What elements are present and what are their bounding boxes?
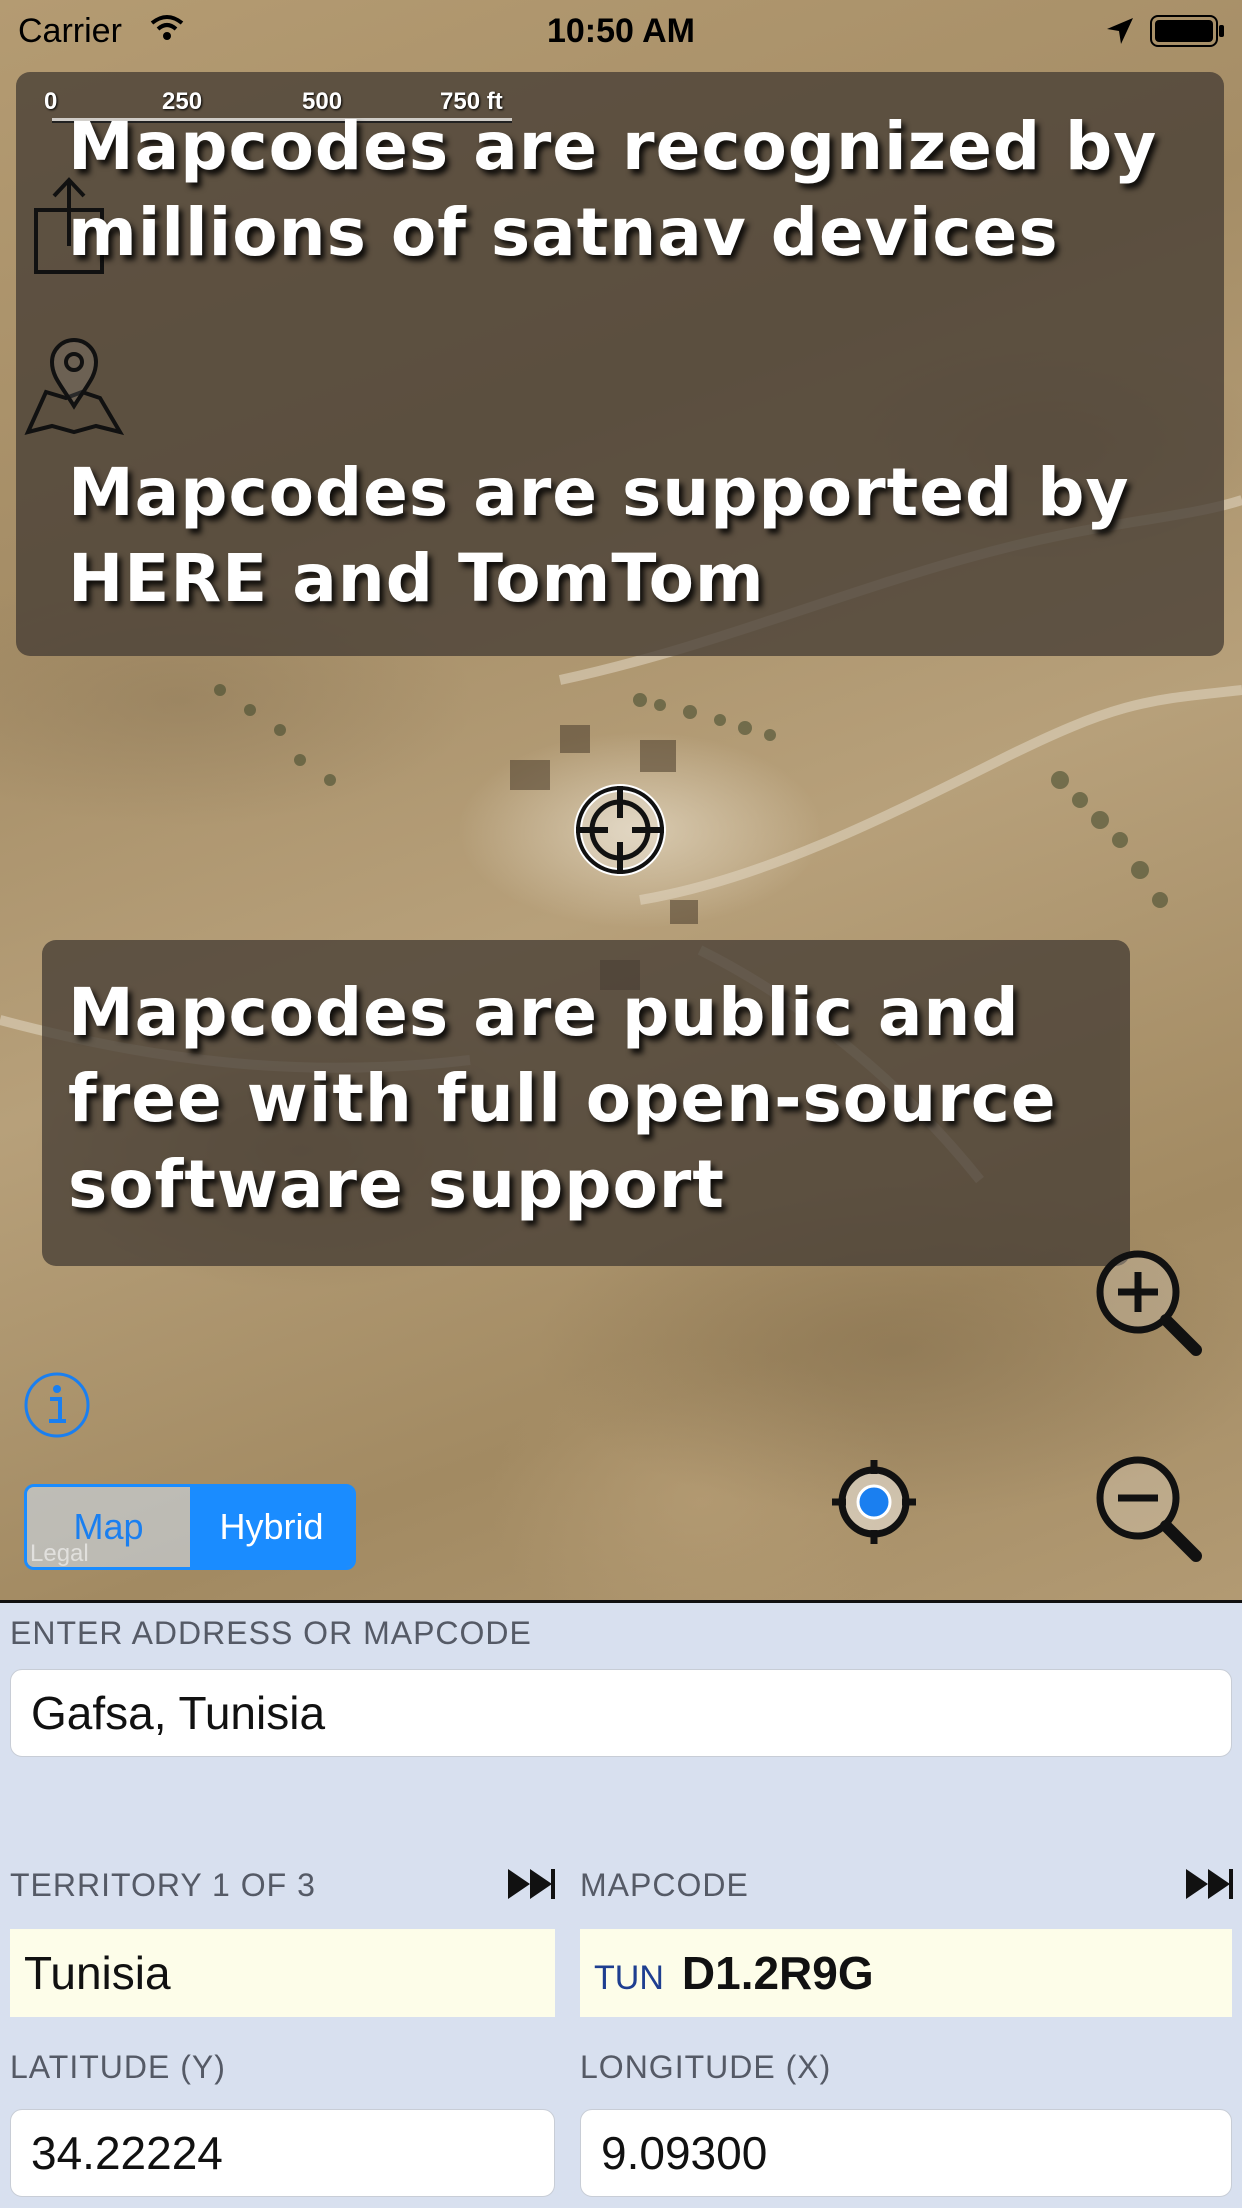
overlay-text-open-source: Mapcodes are public and free with full o…: [68, 974, 1057, 1223]
address-input[interactable]: Gafsa, Tunisia: [10, 1669, 1232, 1757]
mapcode-field[interactable]: TUN D1.2R9G: [580, 1929, 1232, 2017]
next-mapcode-button[interactable]: [1184, 1865, 1234, 1903]
mapcode-value: D1.2R9G: [681, 1947, 874, 1999]
zoom-in-icon[interactable]: [1092, 1246, 1204, 1358]
crosshair-icon: [574, 784, 666, 876]
scale-tick: 0: [44, 88, 58, 115]
segment-hybrid[interactable]: Hybrid: [190, 1487, 353, 1567]
latitude-label: LATITUDE (Y): [10, 2049, 226, 2085]
map-view[interactable]: Carrier 10:50 AM 0 250 500 750 ft Mapcod…: [0, 0, 1242, 1600]
overlay-text-satnav: Mapcodes are recognized by millions of s…: [68, 108, 1158, 271]
legal-link[interactable]: Legal: [30, 1540, 89, 1568]
mapcode-territory-prefix: TUN: [594, 1958, 664, 1997]
address-label: ENTER ADDRESS OR MAPCODE: [10, 1615, 532, 1651]
battery-icon: [1150, 15, 1224, 47]
location-arrow-icon: [1107, 18, 1133, 44]
mapcode-form: ENTER ADDRESS OR MAPCODE Gafsa, Tunisia …: [0, 1600, 1242, 2208]
territory-label: TERRITORY 1 OF 3: [10, 1867, 316, 1903]
overlay-text-providers: Mapcodes are supported by HERE and TomTo…: [68, 454, 1130, 617]
longitude-input[interactable]: 9.09300: [580, 2109, 1232, 2197]
next-territory-button[interactable]: [506, 1865, 556, 1903]
territory-field[interactable]: Tunisia: [10, 1929, 555, 2017]
latitude-input[interactable]: 34.22224: [10, 2109, 555, 2197]
status-time: 10:50 AM: [546, 12, 696, 50]
map-pin-icon[interactable]: [22, 336, 126, 440]
my-location-icon[interactable]: [828, 1456, 920, 1548]
zoom-out-icon[interactable]: [1092, 1452, 1204, 1564]
longitude-label: LONGITUDE (X): [580, 2049, 832, 2085]
mapcode-label: MAPCODE: [580, 1867, 749, 1903]
info-icon[interactable]: [22, 1370, 92, 1440]
status-bar: Carrier 10:50 AM: [0, 0, 1242, 60]
